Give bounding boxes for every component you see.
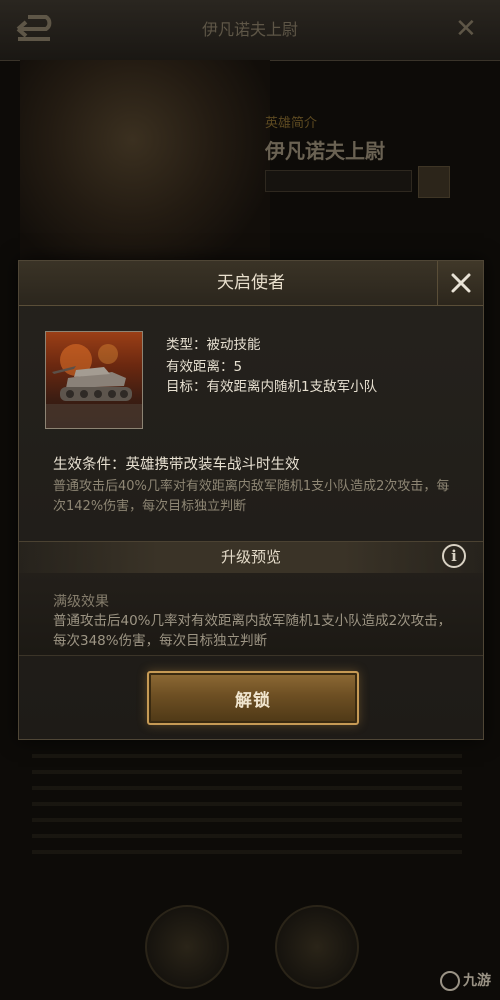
skill-dialog: 天启使者 类型：被动技能 有效距离：5 目标：有效距离内随机1支敌军小队 生效条… [18,260,484,740]
hero-name: 伊凡诺夫上尉 [265,139,385,163]
card-icon[interactable] [275,905,359,989]
watermark: 九游 [440,970,491,991]
upgrade-preview-label: 升级预览 [220,548,281,566]
back-button[interactable] [10,12,56,46]
effect-description: 普通攻击后40%几率对有效距离内敌军随机1支小队造成2次攻击，每次142%伤害，… [53,479,450,514]
background-page-title: 伊凡诺夫上尉 [201,20,298,39]
skill-target: 目标：有效距离内随机1支敌军小队 [166,379,378,395]
hero-subtitle: 英雄简介 [265,116,318,131]
unlock-label: 解锁 [235,690,271,711]
effect-condition: 生效条件：英雄携带改装车战斗时生效 [53,457,300,473]
skill-type: 类型：被动技能 [166,337,261,353]
watermark-text: 九游 [463,973,491,989]
unlock-button[interactable]: 解锁 [147,671,359,725]
background-close-icon[interactable]: ✕ [455,14,477,44]
max-effect-title: 满级效果 [53,594,109,610]
dialog-close-button[interactable] [437,261,483,306]
hero-action-button[interactable] [418,166,450,198]
back-arrow-icon [16,15,52,41]
hero-portrait [20,60,270,260]
rank-badge-icon[interactable] [145,905,229,989]
background-description [32,742,462,862]
skill-tank-icon [45,331,143,429]
watermark-logo-icon [440,971,460,991]
info-icon[interactable]: i [442,544,466,568]
hero-progress-bar [265,170,412,192]
dialog-title: 天启使者 [217,273,285,293]
skill-range: 有效距离：5 [166,359,243,375]
max-effect-description: 普通攻击后40%几率对有效距离内敌军随机1支小队造成2次攻击，每次348%伤害，… [53,613,452,649]
close-icon [451,273,470,293]
